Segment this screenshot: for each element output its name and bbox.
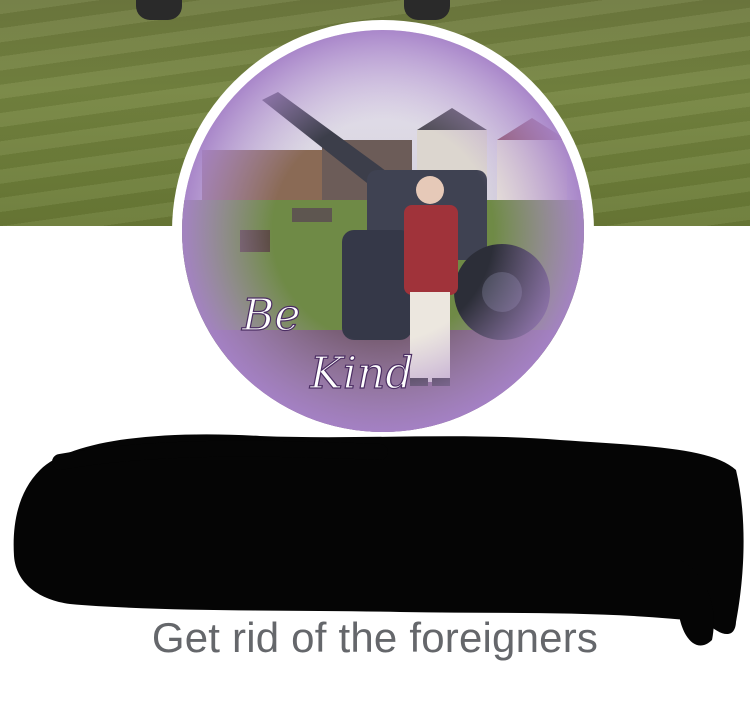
vehicle-wheel-shape xyxy=(404,0,450,20)
profile-picture[interactable]: Be Kind xyxy=(182,30,584,432)
profile-bio: Get rid of the foreigners xyxy=(151,614,599,661)
photo-overlay-text-line1: Be xyxy=(241,290,300,341)
profile-photo-artwork: Be Kind xyxy=(182,30,584,432)
photo-overlay-text-line2: Kind xyxy=(309,348,413,399)
vehicle-wheel-shape xyxy=(136,0,182,20)
